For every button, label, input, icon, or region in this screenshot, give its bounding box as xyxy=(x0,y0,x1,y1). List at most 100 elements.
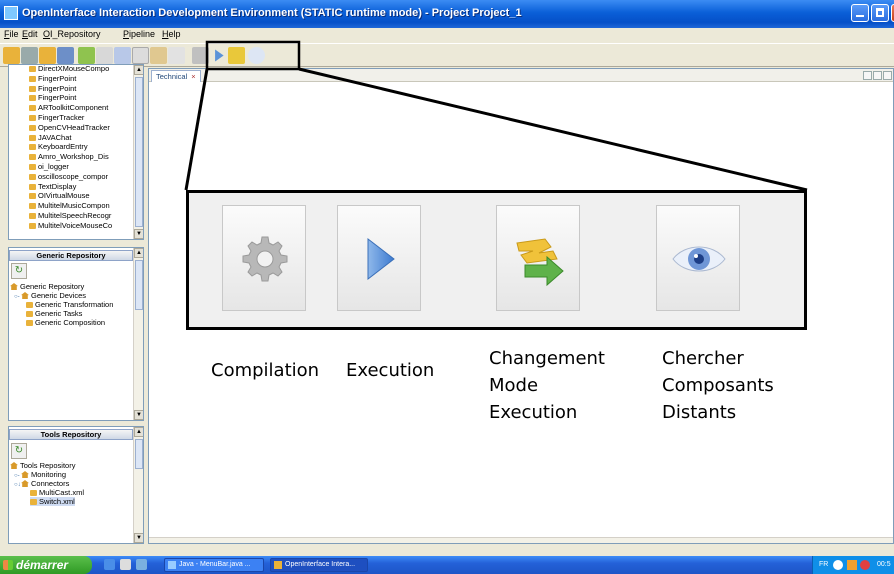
folder-icon xyxy=(29,75,36,82)
tree-generic-transformation[interactable]: Generic Transformation xyxy=(26,300,113,309)
tree-monitoring[interactable]: ○- Monitoring xyxy=(14,470,66,479)
console-icon[interactable] xyxy=(120,559,131,570)
eye-icon-small[interactable] xyxy=(248,47,265,64)
component-item[interactable]: FingerPoint xyxy=(29,84,76,93)
editor-hscrollbar[interactable] xyxy=(149,537,893,543)
tab-minimize-icon[interactable] xyxy=(863,71,872,80)
folder-icon xyxy=(29,66,36,72)
generic-repository-header[interactable]: Generic Repository xyxy=(9,250,133,261)
toolbar-zoom-callout xyxy=(186,190,807,330)
folder-icon xyxy=(29,124,36,131)
folder-icon xyxy=(29,193,36,200)
tree-multicast-xml[interactable]: MultiCast.xml xyxy=(30,488,84,497)
tab-menu-icon[interactable] xyxy=(883,71,892,80)
folder-icon xyxy=(29,173,36,180)
generic-repository-panel: Generic Repository ↻ Generic Repository … xyxy=(8,247,144,421)
component-item[interactable]: ARToolkitComponent xyxy=(29,103,108,112)
play-icon-small[interactable] xyxy=(215,49,224,62)
search-remote-button[interactable] xyxy=(656,205,740,311)
gear-icon-small[interactable] xyxy=(192,47,209,64)
component-item[interactable]: FingerPoint xyxy=(29,93,76,102)
tools-repository-header[interactable]: Tools Repository xyxy=(9,429,133,440)
app-icon xyxy=(4,6,18,20)
tab-maximize-icon[interactable] xyxy=(873,71,882,80)
component-item[interactable]: DirectXMouseCompo xyxy=(29,65,109,73)
task-java-menubar[interactable]: Java - MenuBar.java ... xyxy=(164,558,264,572)
new-icon[interactable] xyxy=(3,47,20,64)
folder-icon[interactable] xyxy=(39,47,56,64)
component-item[interactable]: TextDisplay xyxy=(29,182,76,191)
undo-icon[interactable] xyxy=(78,47,95,64)
tree-switch-xml[interactable]: Switch.xml xyxy=(30,497,75,506)
menu-file[interactable]: File xyxy=(4,29,19,39)
start-button[interactable]: démarrer xyxy=(0,556,92,574)
windows-flag-icon xyxy=(3,560,13,570)
folder-icon xyxy=(29,115,36,121)
menu-edit[interactable]: Edit xyxy=(22,29,38,39)
tools-scrollbar[interactable]: ▲ ▼ xyxy=(133,427,143,543)
explorer-icon[interactable] xyxy=(136,559,147,570)
component-item[interactable]: OIVirtualMouse xyxy=(29,191,90,200)
component-item[interactable]: FingerPoint xyxy=(29,74,76,83)
tree-root-tools[interactable]: Tools Repository xyxy=(10,461,75,470)
tray-app-icon[interactable] xyxy=(847,560,857,570)
folder-icon xyxy=(29,144,36,151)
window-title: OpenInterface Interaction Development En… xyxy=(22,7,522,19)
task-openinterface[interactable]: OpenInterface Intera... xyxy=(270,558,368,572)
switch-mode-icon-small[interactable] xyxy=(228,47,245,64)
folder-icon xyxy=(30,499,37,505)
execute-button[interactable] xyxy=(337,205,421,311)
menu-help[interactable]: Help xyxy=(162,29,181,39)
tree-generic-composition[interactable]: Generic Composition xyxy=(26,318,105,327)
component-item[interactable]: MultitelMusicCompon xyxy=(29,201,110,210)
component-item[interactable]: FingerTracker xyxy=(29,113,84,122)
compile-button[interactable] xyxy=(222,205,306,311)
tab-technical[interactable]: Technical × xyxy=(151,70,201,82)
menu-pipeline[interactable]: Pipeline xyxy=(123,29,155,39)
panel-splitter[interactable] xyxy=(8,241,144,246)
tree-generic-devices[interactable]: ○- Generic Devices xyxy=(14,291,86,300)
paste-icon[interactable] xyxy=(150,47,167,64)
switch-mode-button[interactable] xyxy=(496,205,580,311)
tab-close-icon[interactable]: × xyxy=(191,72,195,81)
minimize-button[interactable] xyxy=(851,4,869,22)
component-item[interactable]: KeyboardEntry xyxy=(29,142,88,151)
maximize-button[interactable] xyxy=(871,4,889,22)
browser-icon[interactable] xyxy=(104,559,115,570)
component-item[interactable]: JAVAChat xyxy=(29,133,72,142)
menu-bar: File Edit OI_Repository Pipeline Help xyxy=(0,28,894,42)
menu-oi-repository[interactable]: OI_Repository xyxy=(43,29,101,39)
refresh-icon[interactable]: ↻ xyxy=(11,263,27,279)
tree-root-generic[interactable]: Generic Repository xyxy=(10,282,84,291)
components-scrollbar[interactable]: ▲ ▼ xyxy=(133,65,143,239)
copy-icon[interactable] xyxy=(132,47,149,64)
switch-mode-icon xyxy=(516,238,564,287)
component-item[interactable]: oscilloscope_compor xyxy=(29,172,108,181)
network-icon[interactable] xyxy=(833,560,843,570)
component-item[interactable]: OpenCVHeadTracker xyxy=(29,123,110,132)
home-icon xyxy=(21,480,29,487)
folder-icon xyxy=(29,154,36,161)
refresh-icon[interactable]: ↻ xyxy=(11,443,27,459)
generic-scrollbar[interactable]: ▲ ▼ xyxy=(133,248,143,420)
component-item[interactable]: Amro_Workshop_Dis xyxy=(29,152,109,161)
alert-icon[interactable] xyxy=(860,560,870,570)
tree-generic-tasks[interactable]: Generic Tasks xyxy=(26,309,82,318)
component-item[interactable]: MultitelSpeechRecogr xyxy=(29,211,111,220)
language-indicator[interactable]: FR xyxy=(819,556,828,574)
gear-icon xyxy=(242,236,288,282)
redo-icon[interactable] xyxy=(96,47,113,64)
title-bar[interactable]: OpenInterface Interaction Development En… xyxy=(0,0,894,28)
save-icon[interactable] xyxy=(57,47,74,64)
component-item[interactable]: oi_logger xyxy=(29,162,69,171)
open-icon[interactable] xyxy=(21,47,38,64)
editor-tab-bar: Technical × xyxy=(149,69,893,82)
caption-changement-mode: Changement Mode Execution xyxy=(489,348,605,423)
folder-icon xyxy=(29,134,36,141)
tools-repository-panel: Tools Repository ↻ Tools Repository ○- Mo… xyxy=(8,426,144,544)
cut-icon[interactable] xyxy=(114,47,131,64)
component-item[interactable]: MultitelVoiceMouseCo xyxy=(29,221,112,230)
play-icon xyxy=(367,237,395,281)
tree-connectors[interactable]: ○↓ Connectors xyxy=(14,479,69,488)
delete-icon[interactable] xyxy=(168,47,185,64)
